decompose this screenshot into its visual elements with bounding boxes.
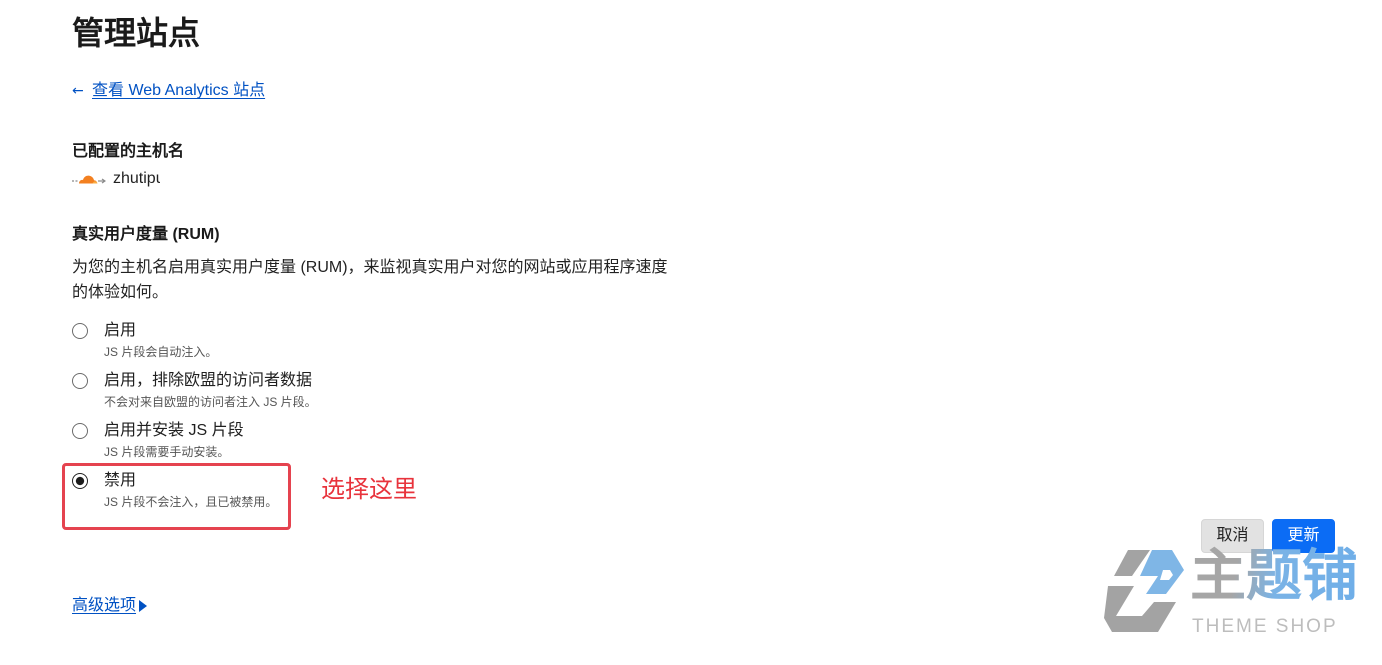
- back-to-web-analytics-link[interactable]: ← 查看 Web Analytics 站点: [72, 80, 265, 102]
- page-title: 管理站点: [72, 15, 201, 51]
- rum-option-disable[interactable]: 禁用 JS 片段不会注入，且已被禁用。: [72, 470, 317, 509]
- caret-right-icon: [139, 600, 148, 612]
- hostname-text: zhutipu: [113, 170, 160, 187]
- rum-option-enable-exclude-eu-radio[interactable]: [72, 373, 88, 389]
- theme-shop-watermark: 主题铺 THEME SHOP: [1100, 543, 1362, 643]
- option-label: 启用，排除欧盟的访问者数据: [104, 372, 313, 389]
- rum-option-enable[interactable]: 启用 JS 片段会自动注入。: [72, 320, 317, 359]
- rum-option-enable-manual-snippet[interactable]: 启用并安装 JS 片段 JS 片段需要手动安装。: [72, 420, 317, 459]
- theme-shop-logo-icon: [1104, 550, 1184, 632]
- watermark-brand-en: THEME SHOP: [1192, 616, 1338, 637]
- configured-hostnames-heading: 已配置的主机名: [72, 143, 185, 160]
- rum-option-enable-exclude-eu[interactable]: 启用，排除欧盟的访问者数据 不会对来自欧盟的访问者注入 JS 片段。: [72, 370, 317, 409]
- update-button[interactable]: 更新: [1272, 519, 1335, 553]
- rum-heading: 真实用户度量 (RUM): [72, 226, 220, 243]
- advanced-options-label: 高级选项: [72, 597, 137, 614]
- option-hint: 不会对来自欧盟的访问者注入 JS 片段。: [104, 395, 317, 409]
- option-label: 启用: [104, 322, 137, 339]
- arrow-left-icon: ←: [72, 83, 84, 99]
- advanced-options-link[interactable]: 高级选项: [72, 595, 148, 617]
- rum-option-enable-radio[interactable]: [72, 323, 88, 339]
- rum-options-radio-group: 启用 JS 片段会自动注入。 启用，排除欧盟的访问者数据 不会对来自欧盟的访问者…: [72, 320, 317, 509]
- rum-option-enable-manual-snippet-radio[interactable]: [72, 423, 88, 439]
- option-hint: JS 片段会自动注入。: [104, 345, 218, 359]
- annotation-label: 选择这里: [321, 476, 417, 503]
- rum-description: 为您的主机名启用真实用户度量 (RUM)，来监视真实用户对您的网站或应用程序速度…: [72, 259, 668, 301]
- option-hint: JS 片段不会注入，且已被禁用。: [104, 495, 278, 509]
- cancel-button[interactable]: 取消: [1201, 519, 1264, 553]
- option-hint: JS 片段需要手动安装。: [104, 445, 230, 459]
- hostname-row: zhutipu: [72, 168, 160, 190]
- cloudflare-proxied-cloud-icon: [72, 175, 106, 184]
- option-label: 启用并安装 JS 片段: [104, 422, 244, 439]
- back-link-label: 查看 Web Analytics 站点: [92, 82, 266, 99]
- rum-option-disable-radio[interactable]: [72, 473, 88, 489]
- option-label: 禁用: [104, 472, 137, 489]
